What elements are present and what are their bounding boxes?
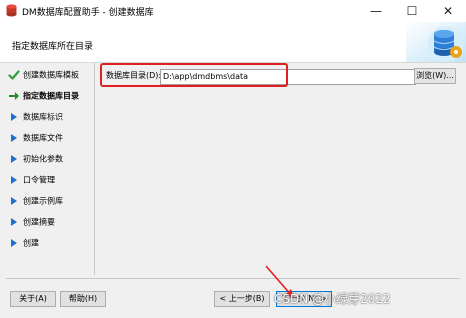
sidebar-item-db-id: 数据库标识 <box>8 111 63 125</box>
triangle-bullet-icon <box>11 176 17 184</box>
maximize-button[interactable]: ☐ <box>394 0 430 22</box>
about-button[interactable]: 关于(A) <box>10 291 56 307</box>
wizard-steps-sidebar: 创建数据库模板 指定数据库目录 数据库标识 数据库文件 初始化参数 口令管理 创… <box>0 63 90 275</box>
title-bar: DM数据库配置助手 - 创建数据库 — ☐ ✕ <box>0 0 466 22</box>
help-button[interactable]: 帮助(H) <box>60 291 106 307</box>
triangle-bullet-icon <box>11 155 17 163</box>
highlight-annotation <box>100 63 288 87</box>
footer-divider <box>6 278 460 279</box>
sidebar-item-sample-db: 创建示例库 <box>8 195 63 209</box>
sidebar-item-summary: 创建摘要 <box>8 216 55 230</box>
sidebar-item-create: 创建 <box>8 237 39 251</box>
sidebar-item-label: 数据库文件 <box>23 133 63 143</box>
sidebar-divider <box>94 63 95 275</box>
main-panel: 数据库目录(D): 浏览(W)... <box>96 63 466 275</box>
triangle-bullet-icon <box>11 218 17 226</box>
sidebar-item-label: 创建 <box>23 238 39 248</box>
minimize-button[interactable]: — <box>358 0 394 22</box>
arrow-right-icon <box>9 92 19 100</box>
sidebar-item-directory: 指定数据库目录 <box>8 90 79 104</box>
sidebar-item-label: 初始化参数 <box>23 154 63 164</box>
sidebar-item-label: 创建数据库模板 <box>23 70 79 80</box>
sidebar-item-label: 口令管理 <box>23 175 55 185</box>
triangle-bullet-icon <box>11 239 17 247</box>
header-banner: 指定数据库所在目录 <box>0 22 466 63</box>
triangle-bullet-icon <box>11 113 17 121</box>
sidebar-item-init-params: 初始化参数 <box>8 153 63 167</box>
sidebar-item-password: 口令管理 <box>8 174 55 188</box>
sidebar-item-db-files: 数据库文件 <box>8 132 63 146</box>
close-button[interactable]: ✕ <box>430 0 466 22</box>
database-illustration-icon <box>406 22 466 62</box>
sidebar-item-label: 数据库标识 <box>23 112 63 122</box>
sidebar-item-label: 创建摘要 <box>23 217 55 227</box>
check-icon <box>8 70 20 80</box>
browse-button[interactable]: 浏览(W)... <box>414 68 456 84</box>
page-heading: 指定数据库所在目录 <box>12 42 94 52</box>
triangle-bullet-icon <box>11 134 17 142</box>
window-title: DM数据库配置助手 - 创建数据库 <box>22 8 154 18</box>
app-icon <box>6 4 17 17</box>
watermark-text: CSDN @小绿芽2022 <box>274 292 391 306</box>
sidebar-item-label: 指定数据库目录 <box>23 91 79 101</box>
triangle-bullet-icon <box>11 197 17 205</box>
sidebar-item-template: 创建数据库模板 <box>8 69 79 83</box>
sidebar-item-label: 创建示例库 <box>23 196 63 206</box>
